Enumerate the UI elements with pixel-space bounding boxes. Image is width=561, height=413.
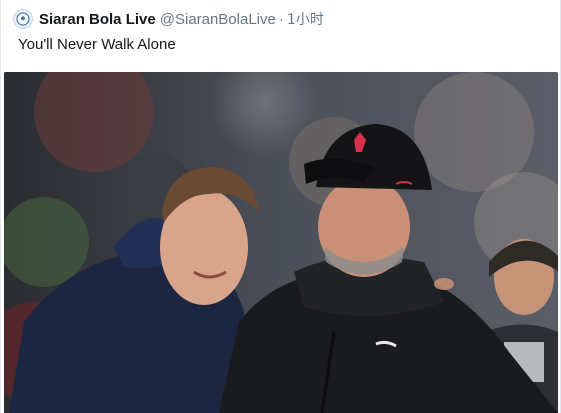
user-handle[interactable]: @SiaranBolaLive <box>160 11 276 28</box>
soccer-ball-icon <box>16 12 30 26</box>
tweet-header: Siaran Bola Live @SiaranBolaLive · 1小时 <box>13 8 324 30</box>
display-name[interactable]: Siaran Bola Live <box>39 11 156 28</box>
tweet-text: You'll Never Walk Alone <box>18 36 176 53</box>
tweet-timestamp[interactable]: 1小时 <box>287 9 324 29</box>
photo-illustration <box>4 72 558 413</box>
separator-dot: · <box>278 10 284 28</box>
avatar[interactable] <box>13 9 33 29</box>
tweet-card: Siaran Bola Live @SiaranBolaLive · 1小时 Y… <box>0 0 561 413</box>
tweet-photo[interactable] <box>4 72 558 413</box>
